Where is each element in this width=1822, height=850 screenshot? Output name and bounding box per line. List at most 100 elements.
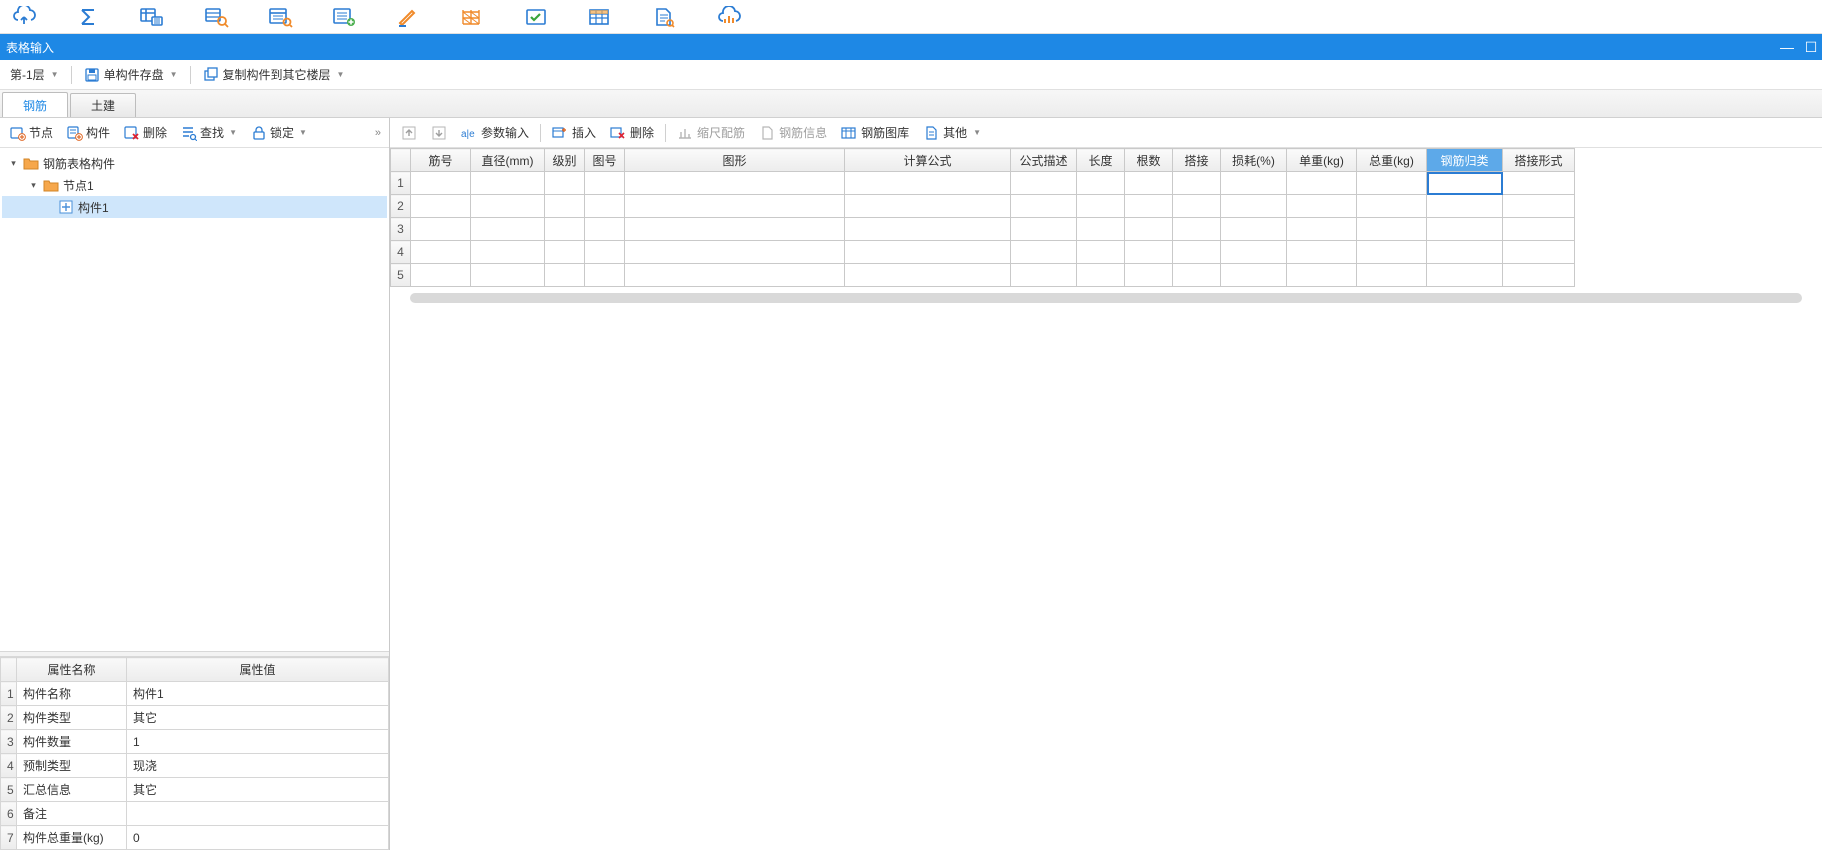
tree-root[interactable]: ▾ 钢筋表格构件 — [2, 152, 387, 174]
grid-cell[interactable] — [1427, 241, 1503, 264]
grid-row[interactable]: 2 — [391, 195, 1575, 218]
property-value[interactable] — [127, 802, 389, 826]
grid-cell[interactable] — [1173, 172, 1221, 195]
search-button[interactable]: 查找 ▼ — [177, 122, 241, 143]
grid-cell[interactable] — [1287, 218, 1357, 241]
grid-cell[interactable] — [1011, 172, 1077, 195]
collapse-toggle-icon[interactable]: ▾ — [8, 158, 19, 169]
add-node-button[interactable]: 节点 — [6, 122, 57, 143]
grid-cell[interactable] — [1011, 264, 1077, 287]
grid-cell[interactable] — [1427, 218, 1503, 241]
form-search-icon[interactable] — [262, 2, 298, 32]
property-value[interactable]: 0 — [127, 826, 389, 850]
property-row[interactable]: 1构件名称构件1 — [1, 682, 389, 706]
data-grid[interactable]: 筋号直径(mm)级别图号图形计算公式公式描述长度根数搭接损耗(%)单重(kg)总… — [390, 148, 1575, 287]
move-down-button[interactable] — [426, 123, 452, 143]
grid-cell[interactable] — [1077, 195, 1125, 218]
grid-cell[interactable] — [1503, 218, 1575, 241]
grid-cell[interactable] — [1125, 172, 1173, 195]
column-header-c5[interactable]: 图形 — [625, 149, 845, 172]
grid-cell[interactable] — [471, 264, 545, 287]
grid-cell[interactable] — [845, 195, 1011, 218]
property-value[interactable]: 构件1 — [127, 682, 389, 706]
tree-node-1[interactable]: ▾ 节点1 — [2, 174, 387, 196]
property-row[interactable]: 4预制类型现浇 — [1, 754, 389, 778]
property-value[interactable]: 1 — [127, 730, 389, 754]
grid-cell[interactable] — [1357, 241, 1427, 264]
grid-cell[interactable] — [1125, 264, 1173, 287]
grid-cell[interactable] — [585, 241, 625, 264]
grid-cell[interactable] — [1011, 218, 1077, 241]
grid-cell[interactable] — [545, 218, 585, 241]
grid-cell[interactable] — [1125, 218, 1173, 241]
grid-cell[interactable] — [585, 195, 625, 218]
grid-cell[interactable] — [1503, 264, 1575, 287]
column-header-c12[interactable]: 单重(kg) — [1287, 149, 1357, 172]
grid-cell[interactable] — [471, 241, 545, 264]
doc-search-icon[interactable] — [646, 2, 682, 32]
column-header-c8[interactable]: 长度 — [1077, 149, 1125, 172]
column-header-c4[interactable]: 图号 — [585, 149, 625, 172]
column-header-c13[interactable]: 总重(kg) — [1357, 149, 1427, 172]
rebar-info-button[interactable]: 钢筋信息 — [754, 122, 832, 143]
property-value[interactable]: 其它 — [127, 778, 389, 802]
grid-delete-button[interactable]: 删除 — [605, 122, 659, 143]
column-header-c15[interactable]: 搭接形式 — [1503, 149, 1575, 172]
grid-cell[interactable] — [845, 218, 1011, 241]
tab-rebar[interactable]: 钢筋 — [2, 92, 68, 117]
rebar-library-button[interactable]: 钢筋图库 — [836, 122, 914, 143]
grid-cell[interactable] — [1427, 264, 1503, 287]
grid-cell[interactable] — [1125, 195, 1173, 218]
grid-cell[interactable] — [1221, 172, 1287, 195]
grid-row[interactable]: 1 — [391, 172, 1575, 195]
grid-cell[interactable] — [845, 172, 1011, 195]
column-header-c9[interactable]: 根数 — [1125, 149, 1173, 172]
grid-cell[interactable] — [411, 264, 471, 287]
grid-cell[interactable] — [411, 195, 471, 218]
grid-cell[interactable] — [1221, 195, 1287, 218]
other-button[interactable]: 其他 ▼ — [918, 122, 986, 143]
grid-cell[interactable] — [1503, 195, 1575, 218]
save-single-member-button[interactable]: 单构件存盘 ▼ — [78, 64, 184, 85]
move-up-button[interactable] — [396, 123, 422, 143]
grid-cell[interactable] — [585, 264, 625, 287]
grid-cell[interactable] — [1173, 195, 1221, 218]
grid-cell[interactable] — [1173, 218, 1221, 241]
property-value[interactable]: 其它 — [127, 706, 389, 730]
grid-cell[interactable] — [625, 241, 845, 264]
grid-cell[interactable] — [1287, 241, 1357, 264]
cloud-upload-icon[interactable] — [6, 2, 42, 32]
grid-cell[interactable] — [585, 218, 625, 241]
grid-cell[interactable] — [411, 172, 471, 195]
column-header-c6[interactable]: 计算公式 — [845, 149, 1011, 172]
column-header-c11[interactable]: 损耗(%) — [1221, 149, 1287, 172]
row-number[interactable]: 2 — [391, 195, 411, 218]
property-row[interactable]: 3构件数量1 — [1, 730, 389, 754]
row-number[interactable]: 1 — [391, 172, 411, 195]
column-header-c14[interactable]: 钢筋归类 — [1427, 149, 1503, 172]
grid-cell[interactable] — [1503, 172, 1575, 195]
grid-cell[interactable] — [625, 172, 845, 195]
row-number[interactable]: 3 — [391, 218, 411, 241]
grid-cell[interactable] — [1077, 218, 1125, 241]
floor-selector[interactable]: 第-1层 ▼ — [4, 64, 65, 85]
property-row[interactable]: 6备注 — [1, 802, 389, 826]
grid-cell[interactable] — [1173, 241, 1221, 264]
grid-cell[interactable] — [1221, 241, 1287, 264]
edit-pencil-icon[interactable] — [390, 2, 426, 32]
lock-button[interactable]: 锁定 ▼ — [247, 122, 311, 143]
grid-cell[interactable] — [471, 218, 545, 241]
grid-cell[interactable] — [845, 241, 1011, 264]
grid-cell[interactable] — [1125, 241, 1173, 264]
property-row[interactable]: 5汇总信息其它 — [1, 778, 389, 802]
grid-cell[interactable] — [1503, 241, 1575, 264]
column-header-c3[interactable]: 级别 — [545, 149, 585, 172]
form-add-icon[interactable] — [326, 2, 362, 32]
insert-button[interactable]: 插入 — [547, 122, 601, 143]
grid-cell[interactable] — [545, 172, 585, 195]
grid-cell[interactable] — [1173, 264, 1221, 287]
table-grid-icon[interactable] — [582, 2, 618, 32]
grid-cell[interactable] — [1011, 241, 1077, 264]
expand-panel-button[interactable]: » — [371, 125, 383, 141]
grid-cell[interactable] — [625, 218, 845, 241]
